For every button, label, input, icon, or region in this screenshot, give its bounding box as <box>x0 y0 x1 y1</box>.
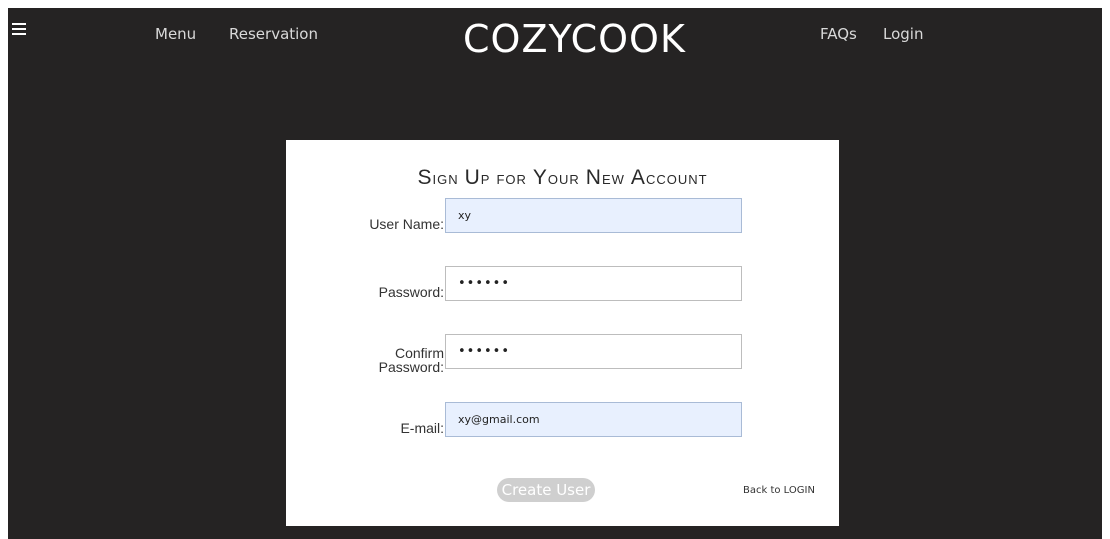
confirm-password-input[interactable] <box>445 334 742 369</box>
password-label: Password: <box>378 284 444 300</box>
confirm-password-label: Confirm Password: <box>378 345 444 375</box>
form-title: Sign Up for Your New Account <box>417 166 708 189</box>
signup-card: Sign Up for Your New Account User Name: … <box>286 140 839 526</box>
username-input[interactable] <box>445 198 742 233</box>
brand-logo[interactable]: COZYCOOK <box>463 17 686 61</box>
email-label: E-mail: <box>400 420 444 436</box>
nav-menu-link[interactable]: Menu <box>155 25 196 43</box>
nav-faqs-link[interactable]: FAQs <box>820 25 857 43</box>
nav-login-link[interactable]: Login <box>883 25 923 43</box>
username-label: User Name: <box>369 216 444 232</box>
hamburger-icon[interactable] <box>12 23 26 35</box>
email-input[interactable] <box>445 402 742 437</box>
app-frame: Menu Reservation COZYCOOK FAQs Login Sig… <box>8 8 1102 539</box>
back-to-login-link[interactable]: Back to LOGIN <box>743 485 815 496</box>
password-input[interactable] <box>445 266 742 301</box>
create-user-button[interactable]: Create User <box>497 478 595 502</box>
nav-reservation-link[interactable]: Reservation <box>229 25 318 43</box>
